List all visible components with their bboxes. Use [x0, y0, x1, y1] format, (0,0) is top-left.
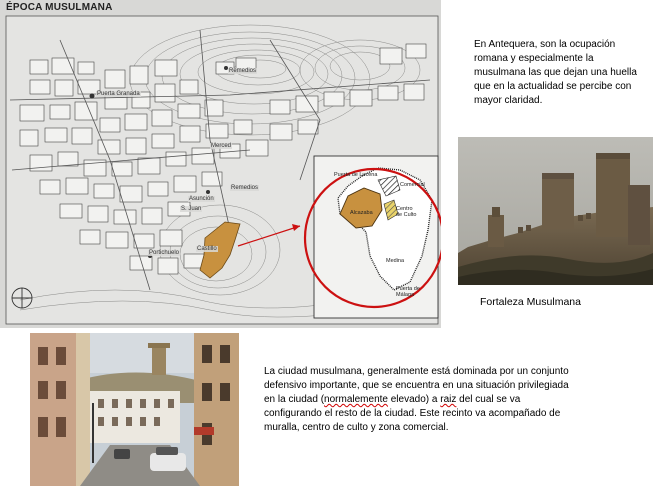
- map-label-puerta-granada: Puerta Granada: [96, 91, 141, 97]
- map-label-merced: Merced: [210, 143, 233, 149]
- body-paragraph: La ciudad musulmana, generalmente está d…: [264, 365, 574, 435]
- street-photo: [30, 333, 239, 486]
- inset-label-comercial: Comercial: [400, 182, 425, 188]
- inset-label-puerta-lucena: Puerta de Lucena: [334, 172, 378, 178]
- intro-paragraph: En Antequera, son la ocupación romana y …: [474, 39, 637, 106]
- body-misspelled-word-1: normalemente: [324, 394, 388, 405]
- fortress-photo: [458, 137, 653, 285]
- map-label-san-juan: S. Juan: [180, 206, 203, 212]
- map-label-portichuelo: Portichuelo: [148, 250, 181, 256]
- inset-label-puerta-malaga: Puerta de Málaga: [396, 286, 420, 298]
- map-label-asuncion: Asunción: [188, 196, 215, 202]
- map-label-castillo: Castillo: [196, 246, 218, 252]
- historical-map: ÉPOCA MUSULMANA Puerta Granada Merced Re…: [0, 0, 441, 328]
- inset-label-centro-culto: Centro de Culto: [396, 206, 417, 218]
- body-text-2: elevado) a: [387, 394, 441, 405]
- map-label-remedios-small: Remedios: [230, 185, 260, 191]
- fortress-caption: Fortaleza Musulmana: [480, 296, 581, 308]
- body-misspelled-word-2: raiz: [440, 394, 457, 405]
- map-drawing: [0, 0, 441, 328]
- map-title: ÉPOCA MUSULMANA: [6, 2, 113, 13]
- inset-label-medina: Medina: [386, 258, 405, 264]
- inset-label-alcazaba: Alcazaba: [350, 210, 373, 216]
- map-label-remedios: Remedios: [228, 68, 258, 74]
